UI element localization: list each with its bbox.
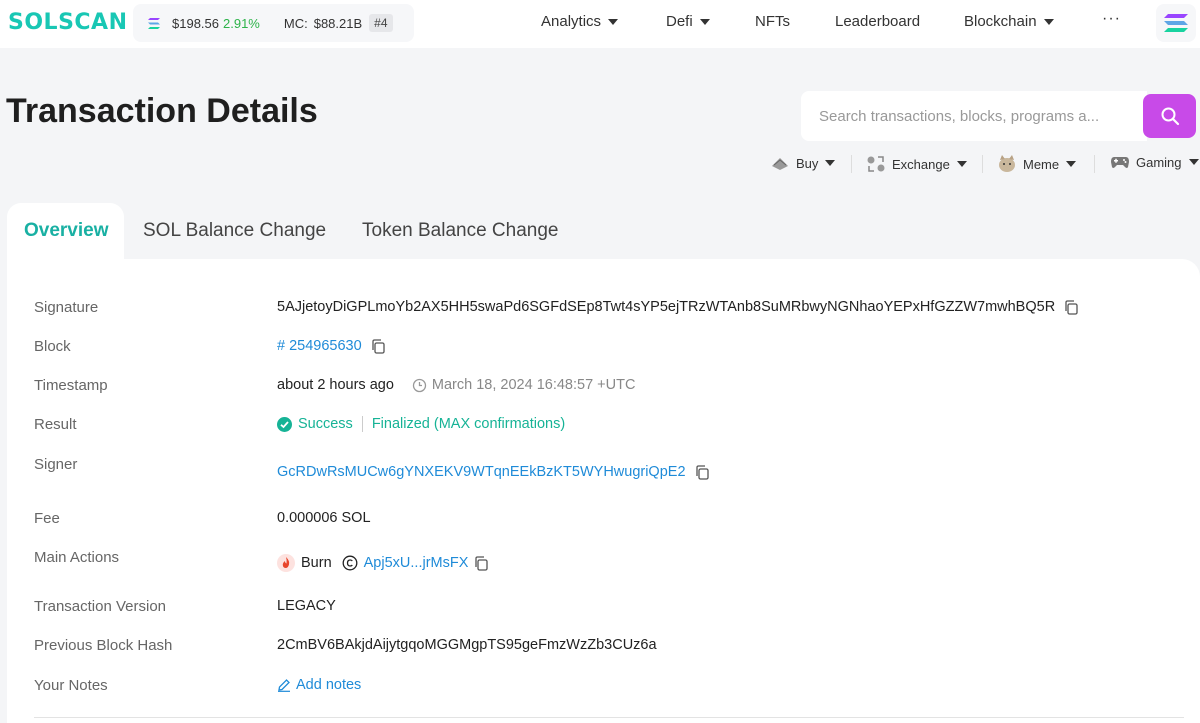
add-notes-label: Add notes	[296, 677, 362, 693]
copy-icon[interactable]	[695, 464, 710, 480]
clock-icon	[412, 378, 427, 393]
solana-menu-button[interactable]	[1156, 4, 1196, 42]
main-actions-row: Burn Apj5xU...jrMsFX	[277, 554, 489, 572]
divider	[851, 155, 852, 173]
quick-link-meme[interactable]: Meme	[997, 154, 1077, 174]
fee-label: Fee	[34, 510, 60, 527]
chevron-down-icon	[1188, 159, 1199, 165]
chevron-down-icon	[1066, 161, 1077, 167]
sol-price: $198.56	[172, 15, 219, 31]
block-label: Block	[34, 338, 71, 355]
divider	[1094, 155, 1095, 173]
signature-row: 5AJjetoyDiGPLmoYb2AX5HH5swaPd6SGFdSEp8Tw…	[277, 299, 1079, 315]
prev-hash-row: 2CmBV6BAkjdAijytgqoMGGMgpTS95geFmzWzZb3C…	[277, 637, 657, 653]
chevron-down-icon	[699, 18, 710, 25]
prev-hash-label: Previous Block Hash	[34, 637, 173, 654]
timestamp-label: Timestamp	[34, 377, 108, 394]
rank-badge: #4	[369, 14, 393, 32]
solana-icon	[148, 17, 160, 29]
prev-hash-value: 2CmBV6BAkjdAijytgqoMGGMgpTS95geFmzWzZb3C…	[277, 637, 657, 653]
notes-label: Your Notes	[34, 677, 108, 694]
market-cap-value: $88.21B	[313, 15, 363, 31]
quick-link-exchange-label: Exchange	[892, 156, 950, 172]
chevron-down-icon	[825, 160, 836, 166]
divider	[361, 416, 363, 432]
copyright-token-icon	[342, 555, 358, 571]
pencil-icon	[277, 678, 291, 692]
chevron-down-icon	[608, 18, 619, 25]
copy-icon[interactable]	[1064, 299, 1079, 315]
block-link[interactable]: # 254965630	[277, 338, 362, 354]
copy-icon[interactable]	[474, 555, 489, 571]
more-menu-button[interactable]: ···	[1102, 10, 1121, 28]
check-circle-icon	[277, 416, 292, 432]
tab-sol-balance-change[interactable]: SOL Balance Change	[143, 220, 326, 242]
timestamp-relative: about 2 hours ago	[277, 377, 394, 393]
chevron-down-icon	[1043, 18, 1054, 25]
quick-link-gaming-label: Gaming	[1136, 154, 1182, 170]
nav-nfts-label: NFTs	[755, 13, 790, 30]
copy-icon[interactable]	[371, 338, 386, 354]
version-row: LEGACY	[277, 598, 336, 614]
fee-value: 0.000006 SOL	[277, 510, 371, 526]
search-icon	[1161, 107, 1179, 126]
add-notes-button[interactable]: Add notes	[277, 677, 361, 693]
nav-analytics-label: Analytics	[541, 13, 602, 30]
nav-analytics[interactable]: Analytics	[541, 13, 619, 30]
quick-link-gaming[interactable]: Gaming	[1110, 154, 1199, 170]
signer-link[interactable]: GcRDwRsMUCw6gYNXEKV9WTqnEEkBzKT5WYHwugri…	[277, 464, 686, 480]
nav-blockchain[interactable]: Blockchain	[964, 13, 1054, 30]
page-title: Transaction Details	[6, 92, 318, 130]
nav-defi[interactable]: Defi	[666, 13, 710, 30]
solscan-logo[interactable]: SOLSCAN	[8, 10, 128, 35]
quick-link-meme-label: Meme	[1023, 156, 1060, 172]
sol-price-change: 2.91%	[223, 15, 260, 31]
doge-icon	[997, 154, 1017, 174]
version-label: Transaction Version	[34, 598, 167, 615]
sol-price-widget: $198.56 2.91% MC: $88.21B #4	[133, 4, 414, 42]
nav-leaderboard[interactable]: Leaderboard	[835, 13, 920, 30]
solana-icon	[1164, 14, 1188, 32]
fee-row: 0.000006 SOL	[277, 510, 371, 526]
divider	[982, 155, 983, 173]
chevron-down-icon	[956, 161, 967, 167]
nav-blockchain-label: Blockchain	[964, 13, 1037, 30]
result-finality: Finalized (MAX confirmations)	[371, 416, 566, 432]
search-button[interactable]	[1143, 94, 1196, 138]
nav-leaderboard-label: Leaderboard	[835, 13, 921, 30]
version-value: LEGACY	[277, 598, 336, 614]
signer-label: Signer	[34, 456, 78, 473]
timestamp-row: about 2 hours ago March 18, 2024 16:48:5…	[277, 377, 635, 393]
search-input[interactable]: Search transactions, blocks, programs a.…	[801, 91, 1147, 141]
card-icon	[770, 154, 790, 172]
signer-row: GcRDwRsMUCw6gYNXEKV9WTqnEEkBzKT5WYHwugri…	[277, 464, 710, 480]
nav-nfts[interactable]: NFTs	[755, 13, 790, 30]
tab-token-balance-change[interactable]: Token Balance Change	[362, 220, 558, 242]
gamepad-icon	[1110, 154, 1130, 170]
nav-defi-label: Defi	[666, 13, 693, 30]
divider	[34, 717, 1184, 718]
result-status: Success	[298, 416, 353, 432]
market-cap-label: MC:	[283, 15, 308, 31]
action-token-link[interactable]: Apj5xU...jrMsFX	[364, 555, 469, 571]
main-actions-label: Main Actions	[34, 549, 120, 566]
block-row: # 254965630	[277, 338, 386, 354]
action-type: Burn	[301, 555, 332, 571]
fire-icon	[277, 554, 295, 572]
transaction-details-card	[7, 259, 1200, 723]
result-row: Success Finalized (MAX confirmations)	[277, 416, 565, 432]
quick-link-exchange[interactable]: Exchange	[866, 154, 967, 174]
result-label: Result	[34, 416, 77, 433]
exchange-icon	[866, 154, 886, 174]
tab-overview[interactable]: Overview	[7, 203, 124, 265]
quick-link-buy[interactable]: Buy	[770, 154, 836, 172]
top-header: SOLSCAN $198.56 2.91% MC: $88.21B #4 Ana…	[0, 0, 1200, 48]
signature-value: 5AJjetoyDiGPLmoYb2AX5HH5swaPd6SGFdSEp8Tw…	[277, 299, 1056, 315]
signature-label: Signature	[34, 299, 99, 316]
timestamp-absolute: March 18, 2024 16:48:57 +UTC	[431, 377, 636, 393]
quick-link-buy-label: Buy	[796, 155, 819, 171]
